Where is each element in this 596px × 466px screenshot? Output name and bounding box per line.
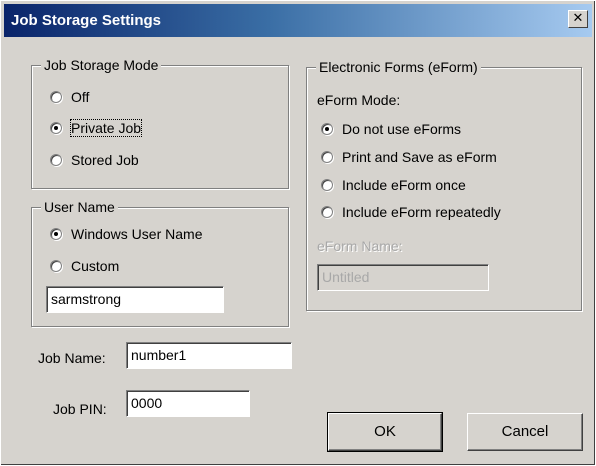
radio-stored-job-label: Stored Job bbox=[71, 152, 139, 168]
radio-custom-label: Custom bbox=[71, 258, 120, 274]
eform-mode-label: eForm Mode: bbox=[317, 92, 401, 108]
radio-include-eform-repeatedly[interactable]: Include eForm repeatedly bbox=[321, 203, 501, 221]
radio-private-job-label: Private Job bbox=[69, 119, 143, 137]
radio-include-eform-once-button[interactable] bbox=[321, 179, 333, 191]
radio-private-job[interactable]: Private Job bbox=[50, 119, 143, 137]
job-name-input[interactable]: number1 bbox=[126, 342, 292, 369]
eform-legend: Electronic Forms (eForm) bbox=[316, 59, 481, 75]
ok-button[interactable]: OK bbox=[327, 412, 443, 452]
job-storage-mode-group: Job Storage Mode Off Private Job Stored … bbox=[31, 57, 289, 189]
radio-include-eform-once-label: Include eForm once bbox=[342, 177, 466, 193]
radio-print-and-save-eform[interactable]: Print and Save as eForm bbox=[321, 148, 497, 166]
custom-user-name-input[interactable]: sarmstrong bbox=[46, 286, 224, 313]
title-bar[interactable]: Job Storage Settings ✕ bbox=[4, 4, 592, 37]
radio-custom[interactable]: Custom bbox=[50, 257, 119, 275]
radio-windows-user-name-label: Windows User Name bbox=[71, 226, 203, 242]
radio-custom-button[interactable] bbox=[50, 260, 62, 272]
radio-do-not-use-eforms[interactable]: Do not use eForms bbox=[321, 120, 461, 138]
radio-windows-user-name-button[interactable] bbox=[50, 228, 62, 240]
user-name-group: User Name Windows User Name Custom sarms… bbox=[31, 199, 289, 327]
radio-off-button[interactable] bbox=[50, 91, 62, 103]
radio-stored-job[interactable]: Stored Job bbox=[50, 151, 139, 169]
eform-name-label: eForm Name: bbox=[317, 238, 403, 254]
job-storage-mode-legend: Job Storage Mode bbox=[41, 57, 162, 73]
radio-include-eform-repeatedly-label: Include eForm repeatedly bbox=[342, 204, 501, 220]
eform-name-input: Untitled bbox=[317, 264, 489, 291]
radio-do-not-use-eforms-label: Do not use eForms bbox=[342, 121, 462, 137]
cancel-button[interactable]: Cancel bbox=[467, 413, 583, 451]
job-name-label: Job Name: bbox=[38, 350, 106, 366]
job-storage-settings-dialog: Job Storage Settings ✕ Job Storage Mode … bbox=[0, 0, 596, 466]
radio-include-eform-repeatedly-button[interactable] bbox=[321, 206, 333, 218]
close-icon[interactable]: ✕ bbox=[568, 10, 588, 28]
job-pin-input[interactable]: 0000 bbox=[126, 390, 250, 417]
dialog-title: Job Storage Settings bbox=[11, 12, 162, 29]
eform-group: Electronic Forms (eForm) eForm Mode: Do … bbox=[306, 59, 582, 311]
radio-windows-user-name[interactable]: Windows User Name bbox=[50, 225, 202, 243]
radio-off[interactable]: Off bbox=[50, 88, 89, 106]
radio-private-job-button[interactable] bbox=[50, 122, 62, 134]
radio-print-and-save-eform-button[interactable] bbox=[321, 151, 333, 163]
job-pin-label: Job PIN: bbox=[53, 401, 107, 417]
radio-include-eform-once[interactable]: Include eForm once bbox=[321, 176, 466, 194]
radio-print-and-save-eform-label: Print and Save as eForm bbox=[342, 149, 497, 165]
user-name-legend: User Name bbox=[41, 199, 118, 215]
radio-off-label: Off bbox=[71, 89, 90, 105]
radio-do-not-use-eforms-button[interactable] bbox=[321, 123, 333, 135]
radio-stored-job-button[interactable] bbox=[50, 154, 62, 166]
